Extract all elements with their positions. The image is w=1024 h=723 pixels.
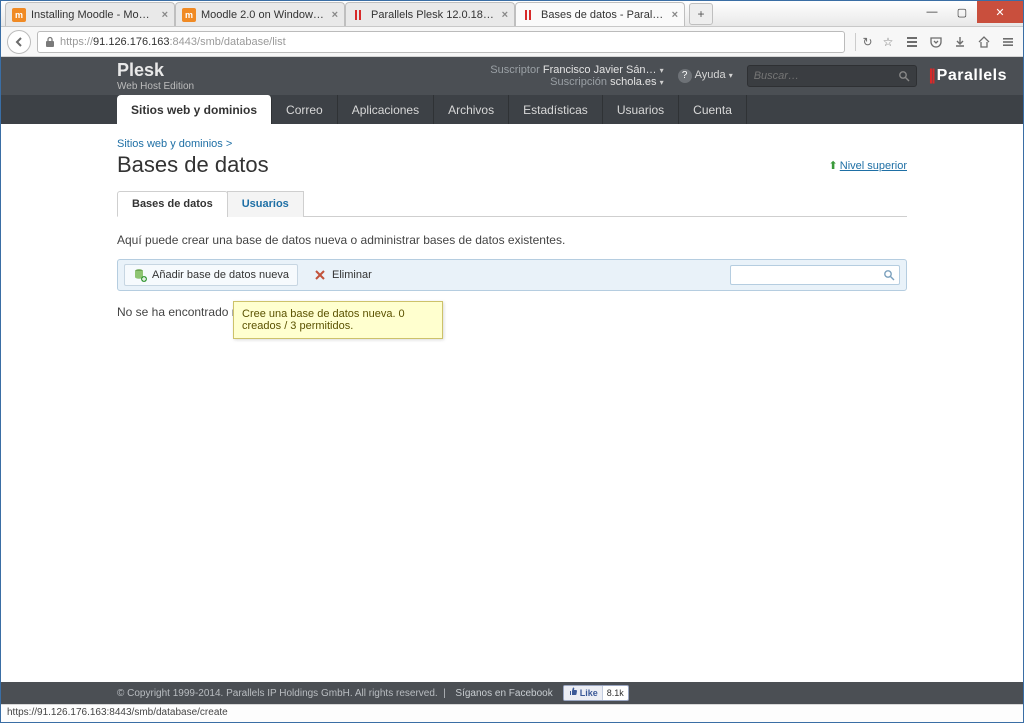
upper-level-link[interactable]: ⬆Nivel superior (829, 159, 907, 172)
chevron-down-icon: ▾ (660, 66, 664, 75)
toolbar-search[interactable] (730, 265, 900, 285)
close-icon[interactable]: × (672, 9, 678, 21)
minimize-button[interactable]: — (917, 1, 947, 23)
nav-tab-stats[interactable]: Estadísticas (509, 95, 603, 124)
browser-tab[interactable]: Bases de datos - Parallels P… × (515, 2, 685, 26)
remove-icon (313, 268, 327, 282)
pocket-icon[interactable] (927, 33, 945, 51)
tab-strip: m Installing Moodle - Moodl… × m Moodle … (1, 1, 917, 26)
window-controls: — ▢ ✕ (917, 1, 1023, 26)
status-url: https://91.126.176.163:8443/smb/database… (7, 707, 228, 718)
url-host: 91.126.176.163 (93, 36, 169, 48)
parallels-icon (352, 8, 366, 22)
back-button[interactable] (7, 30, 31, 54)
sub-tabs: Bases de datos Usuarios (117, 190, 907, 217)
address-bar[interactable]: https://91.126.176.163:8443/smb/database… (37, 31, 845, 53)
header-search-input[interactable] (754, 70, 898, 82)
page-body: Sitios web y dominios > Bases de datos ⬆… (1, 124, 1023, 319)
reload-button[interactable]: ↻ (855, 33, 873, 51)
nav-tab-sites[interactable]: Sitios web y dominios (117, 95, 272, 124)
remove-button[interactable]: Eliminar (304, 264, 381, 286)
brand: Plesk Web Host Edition (117, 60, 194, 92)
svg-text:m: m (15, 10, 23, 20)
brand-edition: Web Host Edition (117, 81, 194, 92)
moodle-icon: m (182, 8, 196, 22)
browser-tab[interactable]: m Moodle 2.0 on Windows, Il… × (175, 2, 345, 26)
search-icon[interactable] (883, 269, 895, 281)
nav-tab-mail[interactable]: Correo (272, 95, 338, 124)
lock-icon (44, 36, 56, 48)
subscription-value: schola.es (610, 76, 656, 88)
subtab-users[interactable]: Usuarios (227, 191, 304, 217)
chevron-down-icon: ▾ (729, 71, 733, 80)
subscription-label: Suscripción (550, 76, 607, 88)
url-protocol: https:// (60, 36, 93, 48)
url-path: :8443/smb/database/list (170, 36, 286, 48)
nav-tab-files[interactable]: Archivos (434, 95, 509, 124)
browser-tab[interactable]: Parallels Plesk 12.0.18 for … × (345, 2, 515, 26)
fb-like-count: 8.1k (603, 688, 628, 698)
database-add-icon (133, 268, 147, 282)
bookmarks-list-icon[interactable] (903, 33, 921, 51)
tab-title: Moodle 2.0 on Windows, Il… (201, 9, 326, 21)
parallels-logo: ||Parallels (929, 67, 1007, 85)
breadcrumb-sep: > (226, 138, 232, 150)
subscriber-label: Suscriptor (490, 64, 540, 76)
add-database-button[interactable]: Añadir base de datos nueva (124, 264, 298, 286)
svg-text:m: m (185, 10, 193, 20)
plesk-header: Plesk Web Host Edition Suscriptor Franci… (1, 57, 1023, 95)
bookmark-star-icon[interactable]: ☆ (879, 33, 897, 51)
menu-icon[interactable] (999, 33, 1017, 51)
subtab-databases[interactable]: Bases de datos (117, 191, 228, 217)
up-arrow-icon: ⬆ (829, 159, 838, 172)
help-label: Ayuda (695, 69, 726, 81)
close-icon[interactable]: × (502, 9, 508, 21)
help-menu[interactable]: ?Ayuda ▾ (678, 69, 733, 83)
browser-window: m Installing Moodle - Moodl… × m Moodle … (0, 0, 1024, 723)
moodle-icon: m (12, 8, 26, 22)
remove-label: Eliminar (332, 269, 372, 281)
breadcrumb: Sitios web y dominios > (117, 138, 907, 150)
home-icon[interactable] (975, 33, 993, 51)
footer: © Copyright 1999-2014. Parallels IP Hold… (1, 682, 1023, 704)
close-window-button[interactable]: ✕ (977, 1, 1023, 23)
thumb-icon (568, 686, 578, 696)
action-toolbar: Añadir base de datos nueva Eliminar (117, 259, 907, 291)
close-icon[interactable]: × (332, 9, 338, 21)
search-icon[interactable] (898, 70, 910, 82)
nav-tab-users[interactable]: Usuarios (603, 95, 679, 124)
main-nav: Sitios web y dominios Correo Aplicacione… (1, 95, 1023, 124)
brand-name: Plesk (117, 60, 194, 81)
browser-tab[interactable]: m Installing Moodle - Moodl… × (5, 2, 175, 26)
chevron-down-icon: ▾ (660, 78, 664, 87)
nav-tab-account[interactable]: Cuenta (679, 95, 747, 124)
help-icon: ? (678, 69, 692, 83)
subscriber-name: Francisco Javier Sán… (543, 64, 657, 76)
page-description: Aquí puede crear una base de datos nueva… (117, 233, 907, 247)
subscriber-block[interactable]: Suscriptor Francisco Javier Sán… ▾ Suscr… (490, 64, 663, 88)
downloads-icon[interactable] (951, 33, 969, 51)
parallels-icon (522, 8, 536, 22)
tab-title: Installing Moodle - Moodl… (31, 9, 156, 21)
tab-title: Parallels Plesk 12.0.18 for … (371, 9, 496, 21)
close-icon[interactable]: × (162, 9, 168, 21)
maximize-button[interactable]: ▢ (947, 1, 977, 23)
titlebar: m Installing Moodle - Moodl… × m Moodle … (1, 1, 1023, 27)
toolbar-search-input[interactable] (735, 269, 883, 281)
nav-tab-apps[interactable]: Aplicaciones (338, 95, 434, 124)
footer-sep: | (443, 688, 446, 699)
url-toolbar: https://91.126.176.163:8443/smb/database… (1, 27, 1023, 57)
breadcrumb-link[interactable]: Sitios web y dominios (117, 138, 223, 150)
page-title: Bases de datos (117, 152, 269, 178)
fb-like-widget[interactable]: Like 8.1k (563, 685, 629, 701)
footer-follow-link[interactable]: Síganos en Facebook (455, 688, 552, 699)
add-database-label: Añadir base de datos nueva (152, 269, 289, 281)
page-content: Plesk Web Host Edition Suscriptor Franci… (1, 57, 1023, 722)
tab-title: Bases de datos - Parallels P… (541, 9, 666, 21)
status-bar: https://91.126.176.163:8443/smb/database… (1, 704, 1023, 722)
tooltip: Cree una base de datos nueva. 0 creados … (233, 301, 443, 339)
footer-copyright: © Copyright 1999-2014. Parallels IP Hold… (117, 688, 438, 699)
new-tab-button[interactable]: + (689, 3, 713, 25)
header-search[interactable] (747, 65, 917, 87)
